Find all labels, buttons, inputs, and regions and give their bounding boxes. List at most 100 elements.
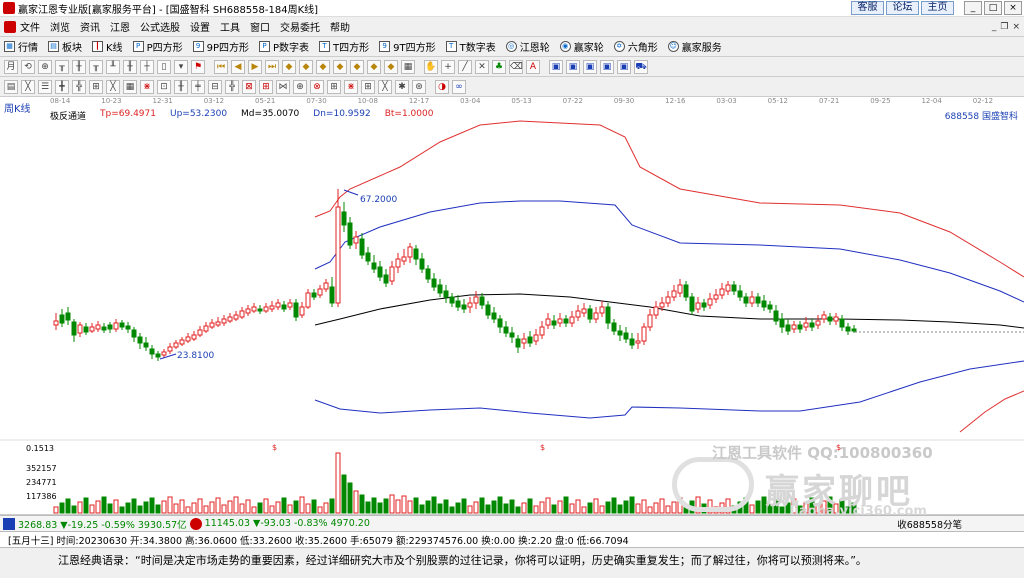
candle-icon[interactable]: ▯	[157, 59, 171, 74]
menu-browse[interactable]: 浏览	[50, 19, 70, 34]
delete-icon[interactable]: ✕	[475, 59, 489, 74]
link-forum[interactable]: 论坛	[886, 1, 919, 15]
close-icon[interactable]: ×	[1004, 1, 1022, 15]
next-icon[interactable]: ▶	[248, 59, 262, 74]
window-4-icon[interactable]: ▣	[600, 59, 614, 74]
line-icon[interactable]: ╱	[458, 59, 472, 74]
tb-hexagon[interactable]: ✡ 六角形	[613, 39, 658, 54]
tb-blocks[interactable]: ▤ 板块	[48, 39, 82, 54]
gann-tool-8-icon[interactable]: ▦	[123, 79, 137, 94]
window-3-icon[interactable]: ▣	[583, 59, 597, 74]
menu-info[interactable]: 资讯	[80, 19, 100, 34]
maximize-icon[interactable]: □	[984, 1, 1002, 15]
gann-tool-16-icon[interactable]: ⊞	[259, 79, 273, 94]
gann-tool-7-icon[interactable]: ╳	[106, 79, 120, 94]
bar-tool-6-icon[interactable]: ┼	[140, 59, 154, 74]
text-icon[interactable]: A	[526, 59, 540, 74]
tb-service[interactable]: ☺ 赢家服务	[667, 39, 722, 54]
diamond-3-icon[interactable]: ◆	[316, 59, 330, 74]
gann-tool-21-icon[interactable]: ⋇	[344, 79, 358, 94]
gann-tool-22-icon[interactable]: ⊞	[361, 79, 375, 94]
bar-tool-5-icon[interactable]: ╫	[123, 59, 137, 74]
bar-tool-3-icon[interactable]: ╥	[89, 59, 103, 74]
gann-tool-18-icon[interactable]: ⊕	[293, 79, 307, 94]
gann-tool-11-icon[interactable]: ╫	[174, 79, 188, 94]
tick-info[interactable]: 收688558分笔	[897, 517, 962, 531]
infinity-icon[interactable]: ∞	[452, 79, 466, 94]
diamond-6-icon[interactable]: ◆	[367, 59, 381, 74]
menu-gann[interactable]: 江恩	[110, 19, 130, 34]
restore-icon[interactable]: ⟲	[21, 59, 35, 74]
tb-t-square[interactable]: T T四方形	[319, 39, 369, 54]
diamond-7-icon[interactable]: ◆	[384, 59, 398, 74]
car-icon[interactable]: ⛟	[634, 59, 648, 74]
tb-9t-square[interactable]: 9 9T四方形	[379, 39, 436, 54]
index-sz-icon[interactable]	[189, 517, 202, 530]
color-wheel-icon[interactable]: ◑	[435, 79, 449, 94]
mdi-minimize-icon[interactable]: _	[992, 22, 997, 32]
palette-icon[interactable]: ♣	[492, 59, 506, 74]
menu-help[interactable]: 帮助	[330, 19, 350, 34]
menu-trade[interactable]: 交易委托	[280, 19, 320, 34]
window-1-icon[interactable]: ▣	[549, 59, 563, 74]
tb-9p-square[interactable]: 9 9P四方形	[192, 39, 249, 54]
gann-tool-1-icon[interactable]: ▤	[4, 79, 18, 94]
gann-tool-20-icon[interactable]: ⊞	[327, 79, 341, 94]
grid-icon[interactable]: ▦	[401, 59, 415, 74]
gann-tool-15-icon[interactable]: ⊠	[242, 79, 256, 94]
period-dropdown-icon[interactable]: 月	[4, 59, 18, 74]
index-sh-icon[interactable]	[3, 517, 15, 530]
kline-chart[interactable]: $ $ $ 周K线 08-14 10-23 12-31 03-12 05-21 07-30 10…	[0, 97, 1024, 515]
gann-tool-3-icon[interactable]: ☰	[38, 79, 52, 94]
mdi-close-icon[interactable]: ×	[1012, 22, 1020, 32]
bar-tool-2-icon[interactable]: ╫	[72, 59, 86, 74]
diamond-2-icon[interactable]: ◆	[299, 59, 313, 74]
window-5-icon[interactable]: ▣	[617, 59, 631, 74]
mdi-restore-icon[interactable]: ❐	[1000, 22, 1008, 32]
tb-p-table[interactable]: P P数字表	[259, 39, 309, 54]
window-2-icon[interactable]: ▣	[566, 59, 580, 74]
bar-tool-4-icon[interactable]: ╨	[106, 59, 120, 74]
gann-tool-4-icon[interactable]: ╋	[55, 79, 69, 94]
dropdown-icon[interactable]: ▾	[174, 59, 188, 74]
zoom-icon[interactable]: ⊕	[38, 59, 52, 74]
menu-formula[interactable]: 公式选股	[140, 19, 180, 34]
tb-p-square[interactable]: P P四方形	[132, 39, 183, 54]
gann-tool-9-icon[interactable]: ⋇	[140, 79, 154, 94]
tb-quotes[interactable]: ▦ 行情	[4, 39, 38, 54]
link-home[interactable]: 主页	[921, 1, 954, 15]
tb-t-table[interactable]: T T数字表	[445, 39, 496, 54]
gann-tool-25-icon[interactable]: ⊛	[412, 79, 426, 94]
gann-tool-12-icon[interactable]: ╪	[191, 79, 205, 94]
cross-icon[interactable]: +	[441, 59, 455, 74]
gann-tool-10-icon[interactable]: ⊡	[157, 79, 171, 94]
tb-winner-wheel[interactable]: ◉ 赢家轮	[559, 39, 604, 54]
gann-tool-19-icon[interactable]: ⊗	[310, 79, 324, 94]
bar-tool-1-icon[interactable]: ╥	[55, 59, 69, 74]
gann-tool-5-icon[interactable]: ╬	[72, 79, 86, 94]
diamond-1-icon[interactable]: ◆	[282, 59, 296, 74]
first-icon[interactable]: ⏮	[214, 59, 228, 74]
tb-gann-wheel[interactable]: ◎ 江恩轮	[505, 39, 550, 54]
diamond-5-icon[interactable]: ◆	[350, 59, 364, 74]
gann-tool-17-icon[interactable]: ⋈	[276, 79, 290, 94]
link-service[interactable]: 客服	[851, 1, 884, 15]
gann-tool-2-icon[interactable]: ╳	[21, 79, 35, 94]
index-sz[interactable]: 11145.03 ▼-93.03 -0.83% 4970.20	[205, 518, 370, 529]
gann-tool-23-icon[interactable]: ╳	[378, 79, 392, 94]
tb-kline[interactable]: ┃ K线	[92, 39, 123, 54]
gann-tool-13-icon[interactable]: ⊟	[208, 79, 222, 94]
minimize-icon[interactable]: _	[964, 1, 982, 15]
gann-tool-24-icon[interactable]: ✱	[395, 79, 409, 94]
flag-icon[interactable]: ⚑	[191, 59, 205, 74]
diamond-4-icon[interactable]: ◆	[333, 59, 347, 74]
menu-settings[interactable]: 设置	[190, 19, 210, 34]
gann-tool-14-icon[interactable]: ╬	[225, 79, 239, 94]
hand-icon[interactable]: ✋	[424, 59, 438, 74]
prev-icon[interactable]: ◀	[231, 59, 245, 74]
gann-tool-6-icon[interactable]: ⊞	[89, 79, 103, 94]
menu-file[interactable]: 文件	[20, 19, 40, 34]
menu-tools[interactable]: 工具	[220, 19, 240, 34]
last-icon[interactable]: ⏭	[265, 59, 279, 74]
eraser-icon[interactable]: ⌫	[509, 59, 523, 74]
